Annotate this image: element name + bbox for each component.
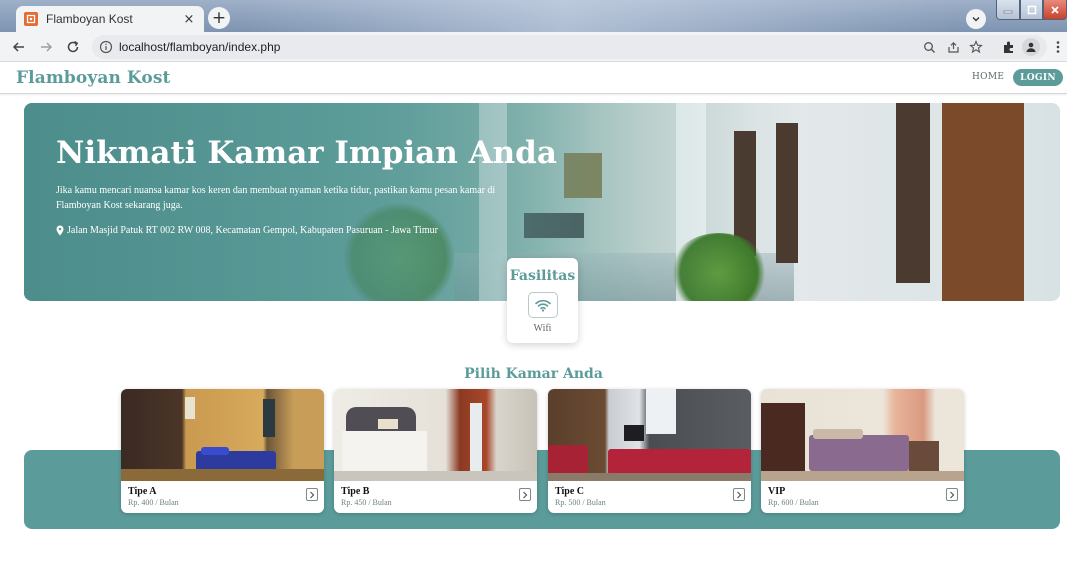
room-name: Tipe B	[341, 486, 370, 497]
facility-label: Wifi	[533, 323, 552, 334]
tab-search-icon[interactable]	[966, 9, 986, 29]
window-maximize-button[interactable]	[1020, 0, 1043, 20]
site-favicon-icon	[24, 12, 38, 26]
browser-menu-icon[interactable]	[1050, 39, 1066, 55]
tab-close-icon[interactable]: ×	[182, 12, 196, 27]
browser-toolbar: localhost/flamboyan/index.php	[0, 32, 1067, 62]
hero-address: Jalan Masjid Patuk RT 002 RW 008, Kecama…	[56, 225, 438, 236]
reload-icon[interactable]	[62, 36, 84, 58]
room-card-vip[interactable]: VIP Rp. 600 / Bulan	[761, 389, 964, 513]
room-photo	[334, 389, 537, 481]
browser-tab[interactable]: Flamboyan Kost ×	[16, 6, 204, 32]
hero-address-text: Jalan Masjid Patuk RT 002 RW 008, Kecama…	[67, 225, 438, 236]
extensions-icon[interactable]	[1001, 39, 1017, 55]
share-icon[interactable]	[945, 39, 961, 55]
hero-description: Jika kamu mencari nuansa kamar kos keren…	[56, 185, 496, 211]
room-photo	[548, 389, 751, 481]
wifi-icon	[528, 292, 558, 318]
chevron-right-icon[interactable]	[946, 488, 958, 501]
hero-title: Nikmati Kamar Impian Anda	[56, 135, 557, 171]
room-photo	[761, 389, 964, 481]
tab-title: Flamboyan Kost	[46, 12, 133, 26]
browser-tab-strip: Flamboyan Kost × +	[0, 0, 1067, 32]
room-price: Rp. 500 / Bulan	[555, 498, 606, 507]
login-button[interactable]: LOGIN	[1013, 69, 1063, 86]
room-price: Rp. 450 / Bulan	[341, 498, 392, 507]
room-name: Tipe A	[128, 486, 157, 497]
site-brand[interactable]: Flamboyan Kost	[16, 68, 171, 88]
site-info-icon[interactable]	[99, 39, 113, 58]
url-text: localhost/flamboyan/index.php	[119, 40, 281, 54]
new-tab-button[interactable]: +	[208, 7, 230, 29]
back-icon[interactable]	[8, 36, 30, 58]
window-minimize-button[interactable]	[996, 0, 1020, 20]
room-name: VIP	[768, 486, 786, 497]
room-price: Rp. 600 / Bulan	[768, 498, 819, 507]
profile-avatar-icon[interactable]	[1022, 38, 1040, 56]
chevron-right-icon[interactable]	[733, 488, 745, 501]
rooms-section-title: Pilih Kamar Anda	[464, 366, 603, 382]
room-photo	[121, 389, 324, 481]
tab-strip-background	[250, 0, 950, 32]
facilities-title: Fasilitas	[509, 268, 576, 284]
chevron-right-icon[interactable]	[306, 488, 318, 501]
bookmark-star-icon[interactable]	[968, 39, 984, 55]
nav-home-link[interactable]: HOME	[972, 72, 1004, 82]
room-name: Tipe C	[555, 486, 584, 497]
room-card-tipe-c[interactable]: Tipe C Rp. 500 / Bulan	[548, 389, 751, 513]
room-card-tipe-a[interactable]: Tipe A Rp. 400 / Bulan	[121, 389, 324, 513]
chevron-right-icon[interactable]	[519, 488, 531, 501]
facilities-card: Fasilitas Wifi	[507, 258, 578, 343]
forward-icon[interactable]	[35, 36, 57, 58]
zoom-icon[interactable]	[921, 39, 937, 55]
window-close-button[interactable]	[1043, 0, 1067, 20]
address-bar[interactable]: localhost/flamboyan/index.php	[92, 35, 1047, 59]
room-price: Rp. 400 / Bulan	[128, 498, 179, 507]
site-navbar: Flamboyan Kost HOME LOGIN	[0, 63, 1067, 94]
room-card-tipe-b[interactable]: Tipe B Rp. 450 / Bulan	[334, 389, 537, 513]
location-pin-icon	[56, 225, 64, 236]
